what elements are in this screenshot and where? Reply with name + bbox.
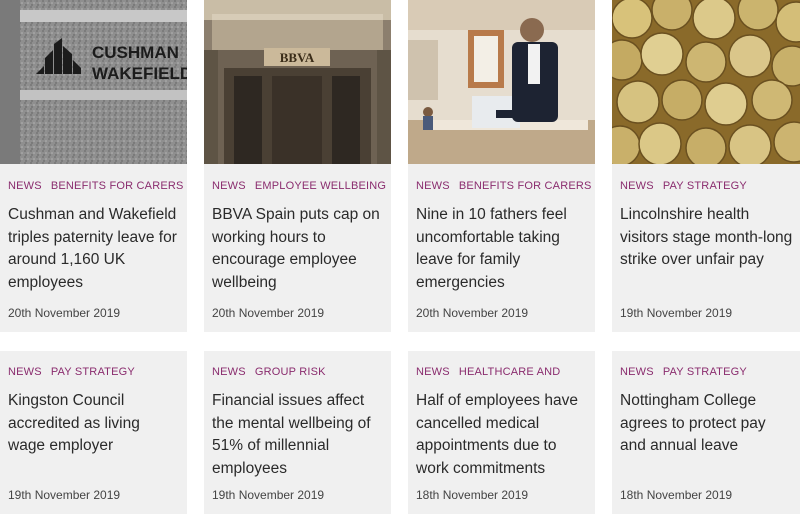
card-body: NEWS PAY STRATEGY Lincolnshire health vis… [620, 180, 794, 272]
article-image[interactable]: CUSHMAN WAKEFIELD [0, 0, 187, 164]
tag-news[interactable]: NEWS [620, 366, 654, 378]
tag-news[interactable]: NEWS [8, 180, 42, 192]
news-grid: CUSHMAN WAKEFIELD NEWS BENEFITS FOR CARER… [0, 0, 800, 514]
article-image[interactable] [408, 0, 595, 164]
tag-news[interactable]: NEWS [212, 366, 246, 378]
tag-news[interactable]: NEWS [416, 180, 450, 192]
news-card[interactable]: BBVA NEWS EMPLOYEE WELLBEING BBVA Spain p… [204, 0, 391, 332]
tag-category[interactable]: PAY STRATEGY [663, 180, 747, 192]
news-card[interactable]: NEWS PAY STRATEGY Lincolnshire health vis… [612, 0, 800, 332]
news-card[interactable]: NEWS HEALTHCARE AND Half of employees hav… [408, 351, 595, 514]
card-body: NEWS EMPLOYEE WELLBEING BBVA Spain puts c… [212, 180, 386, 294]
news-card[interactable]: NEWS PAY STRATEGY Nottingham College agre… [612, 351, 800, 514]
news-card[interactable]: NEWS PAY STRATEGY Kingston Council accred… [0, 351, 187, 514]
tag-category[interactable]: PAY STRATEGY [51, 366, 135, 378]
card-body: NEWS GROUP RISK Financial issues affect t… [212, 366, 385, 480]
publish-date: 19th November 2019 [212, 488, 325, 502]
tag-list: NEWS EMPLOYEE WELLBEING [212, 180, 386, 192]
tag-news[interactable]: NEWS [620, 180, 654, 192]
tag-list: NEWS PAY STRATEGY [620, 180, 794, 192]
article-image[interactable] [612, 0, 800, 164]
publish-date: 18th November 2019 [620, 488, 733, 502]
tag-news[interactable]: NEWS [416, 366, 450, 378]
publish-date: 20th November 2019 [8, 306, 121, 320]
tag-category[interactable]: HEALTHCARE AND [459, 366, 561, 378]
tag-list: NEWS PAY STRATEGY [620, 366, 794, 378]
headline-link[interactable]: BBVA Spain puts cap on working hours to … [212, 204, 385, 294]
logo-text-line1: CUSHMAN [92, 43, 179, 62]
logo-text-line2: WAKEFIELD [92, 64, 187, 83]
card-body: NEWS PAY STRATEGY Nottingham College agre… [620, 366, 794, 458]
card-body: NEWS BENEFITS FOR CARERS Nine in 10 fathe… [416, 180, 592, 294]
news-card[interactable]: NEWS BENEFITS FOR CARERS Nine in 10 fathe… [408, 0, 595, 332]
news-card[interactable]: NEWS GROUP RISK Financial issues affect t… [204, 351, 391, 514]
headline-link[interactable]: Nine in 10 fathers feel uncomfortable ta… [416, 204, 589, 294]
tag-category[interactable]: BENEFITS FOR CARERS [459, 180, 592, 192]
headline-link[interactable]: Half of employees have cancelled medical… [416, 390, 589, 480]
headline-link[interactable]: Cushman and Wakefield triples paternity … [8, 204, 181, 294]
headline-link[interactable]: Financial issues affect the mental wellb… [212, 390, 385, 480]
publish-date: 20th November 2019 [416, 306, 529, 320]
publish-date: 19th November 2019 [8, 488, 121, 502]
tag-category[interactable]: PAY STRATEGY [663, 366, 747, 378]
tag-category[interactable]: GROUP RISK [255, 366, 326, 378]
tag-category[interactable]: EMPLOYEE WELLBEING [255, 180, 386, 192]
tag-news[interactable]: NEWS [8, 366, 42, 378]
headline-link[interactable]: Lincolnshire health visitors stage month… [620, 204, 794, 272]
tag-list: NEWS BENEFITS FOR CARERS [416, 180, 592, 192]
news-card[interactable]: CUSHMAN WAKEFIELD NEWS BENEFITS FOR CARER… [0, 0, 187, 332]
publish-date: 20th November 2019 [212, 306, 325, 320]
tag-news[interactable]: NEWS [212, 180, 246, 192]
card-body: NEWS PAY STRATEGY Kingston Council accred… [8, 366, 181, 458]
headline-link[interactable]: Nottingham College agrees to protect pay… [620, 390, 794, 458]
tag-list: NEWS GROUP RISK [212, 366, 385, 378]
tag-category[interactable]: BENEFITS FOR CARERS [51, 180, 184, 192]
publish-date: 18th November 2019 [416, 488, 529, 502]
card-body: NEWS HEALTHCARE AND Half of employees hav… [416, 366, 589, 480]
tag-list: NEWS PAY STRATEGY [8, 366, 181, 378]
tag-list: NEWS BENEFITS FOR CARERS [8, 180, 184, 192]
bbva-sign: BBVA [280, 50, 315, 65]
headline-link[interactable]: Kingston Council accredited as living wa… [8, 390, 181, 458]
article-image[interactable]: BBVA [204, 0, 391, 164]
publish-date: 19th November 2019 [620, 306, 733, 320]
card-body: NEWS BENEFITS FOR CARERS Cushman and Wake… [8, 180, 184, 294]
tag-list: NEWS HEALTHCARE AND [416, 366, 589, 378]
